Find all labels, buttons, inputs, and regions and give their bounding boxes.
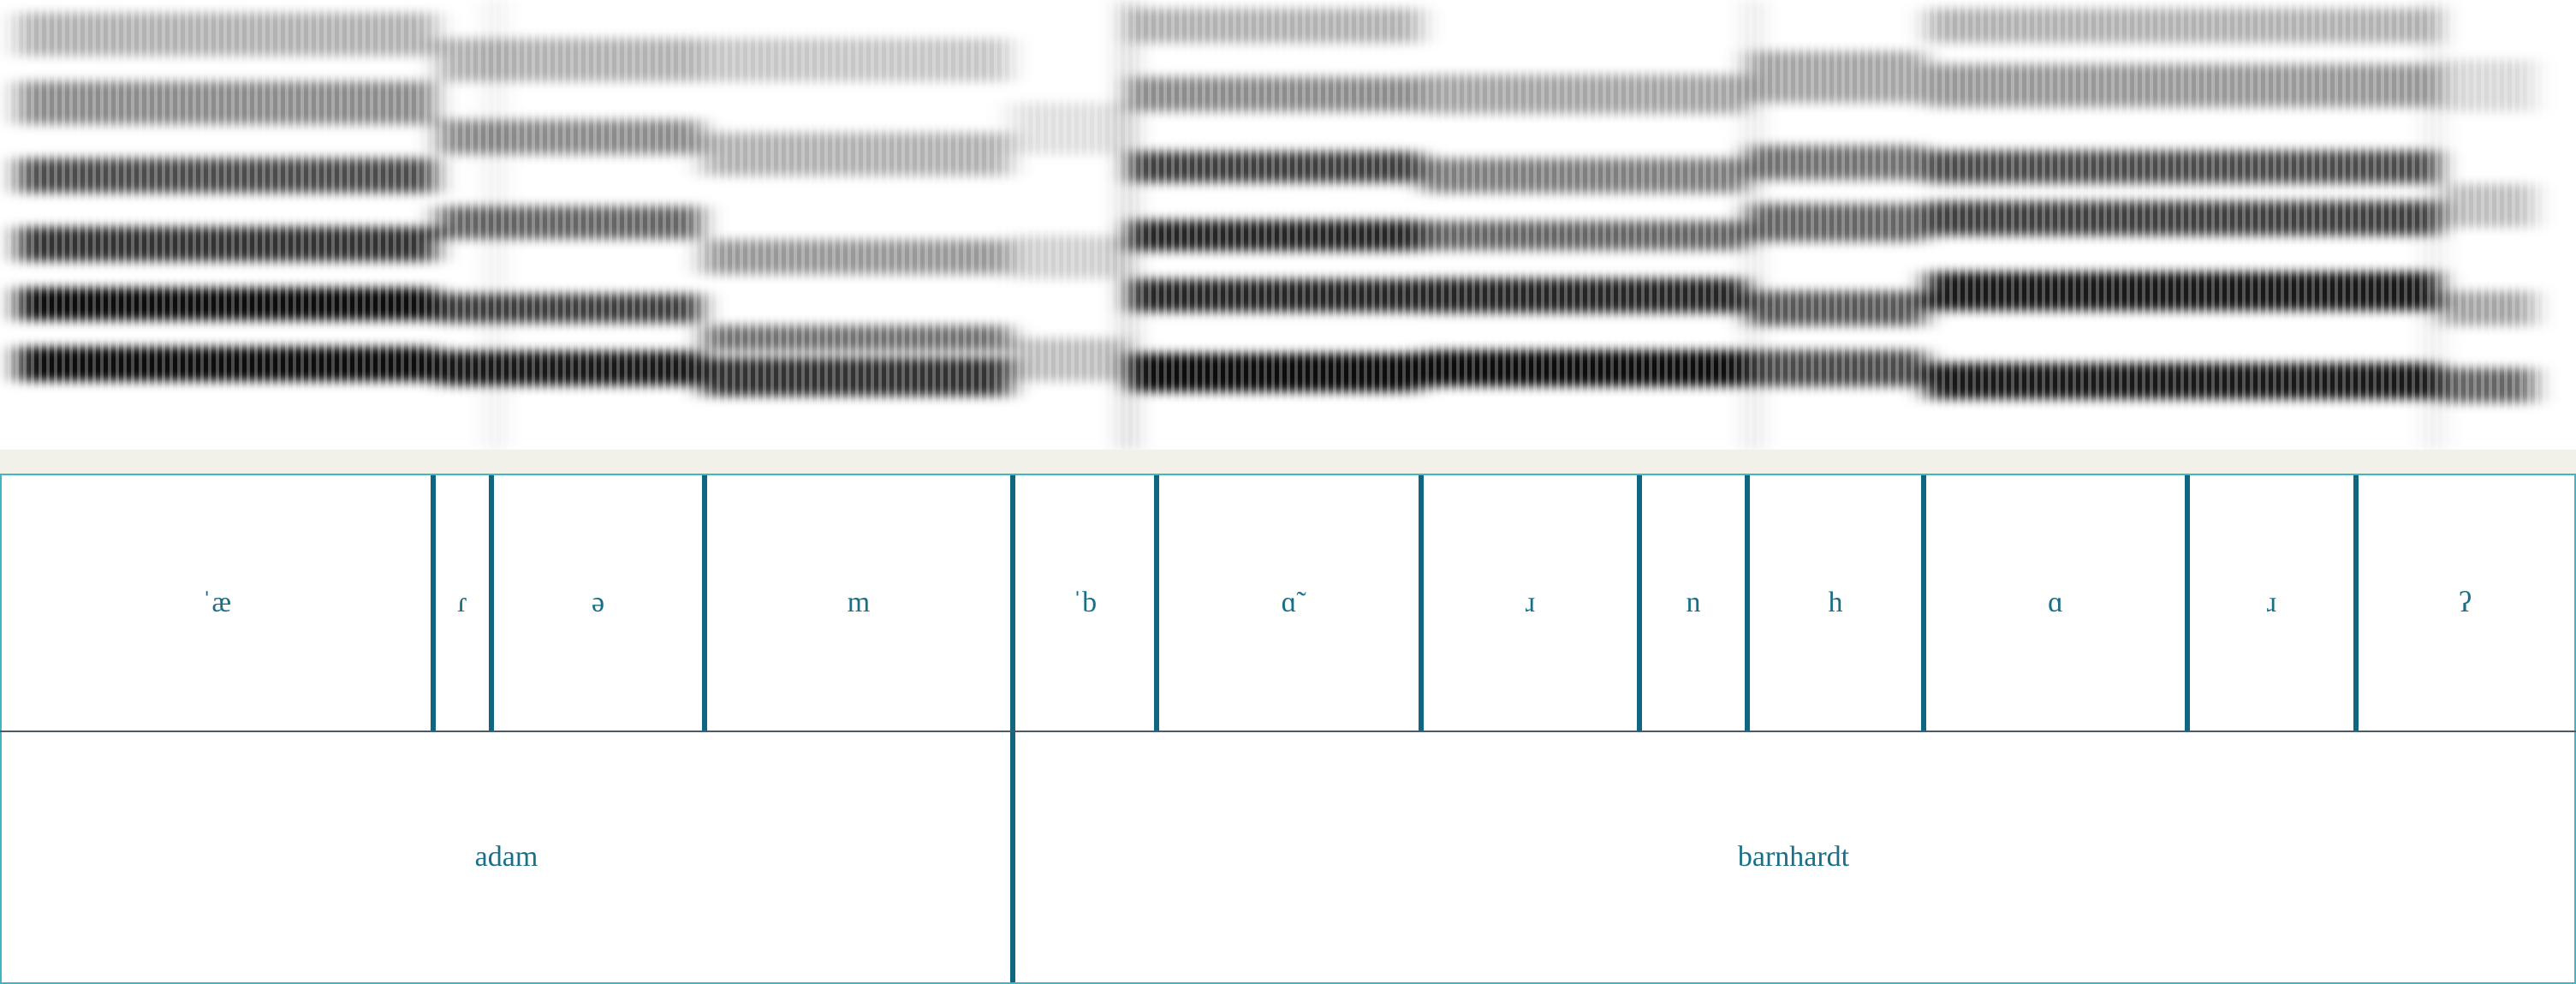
phone-label: h [1828, 587, 1843, 618]
phone-interval[interactable]: ɾ [433, 475, 491, 731]
phone-interval[interactable]: ɑ̃ [1157, 475, 1421, 731]
phone-interval[interactable]: ˈb [1013, 475, 1157, 731]
spectrogram-image [0, 0, 2576, 450]
phone-label: ˈb [1072, 587, 1098, 618]
word-boundary[interactable] [1010, 732, 1015, 982]
phone-interval[interactable]: n [1639, 475, 1747, 731]
word-interval[interactable]: barnhardt [1013, 732, 2574, 982]
phone-label: ɾ [457, 587, 467, 618]
phone-boundary[interactable] [1010, 475, 1015, 731]
phone-boundary[interactable] [1637, 475, 1642, 731]
phone-boundary[interactable] [1921, 475, 1926, 731]
phone-interval[interactable]: ɑ [1924, 475, 2187, 731]
phone-interval[interactable]: h [1747, 475, 1924, 731]
phone-interval[interactable]: ʔ [2356, 475, 2574, 731]
phone-label: ə [591, 587, 605, 618]
phone-label: ɑ [2048, 587, 2063, 618]
phone-boundary[interactable] [1154, 475, 1159, 731]
phone-tier[interactable]: ˈæ ɾ ə m ˈb ɑ̃ ɹ n h ɑ ɹ ʔ [0, 475, 2576, 732]
tier-separator [0, 450, 2576, 475]
phone-label: ˈæ [202, 587, 231, 618]
phone-boundary[interactable] [1419, 475, 1424, 731]
phone-label: n [1686, 587, 1701, 618]
phone-interval[interactable]: ˈæ [0, 475, 433, 731]
word-tier[interactable]: adam barnhardt [0, 732, 2576, 984]
phone-label: m [847, 587, 871, 618]
phone-label: ɑ̃ [1281, 587, 1297, 618]
phone-label: ʔ [2458, 587, 2472, 618]
word-interval[interactable]: adam [0, 732, 1013, 982]
phone-label: ɹ [1525, 587, 1536, 618]
phone-boundary[interactable] [702, 475, 707, 731]
phone-interval[interactable]: ə [491, 475, 705, 731]
phone-boundary[interactable] [2185, 475, 2190, 731]
phone-boundary[interactable] [489, 475, 494, 731]
phone-boundary[interactable] [431, 475, 436, 731]
phone-label: ɹ [2266, 587, 2277, 618]
phone-boundary[interactable] [1745, 475, 1750, 731]
phone-boundary[interactable] [2353, 475, 2359, 731]
phone-interval[interactable]: ɹ [1421, 475, 1639, 731]
spectrogram[interactable] [0, 0, 2576, 450]
word-label: barnhardt [1737, 841, 1850, 873]
phone-interval[interactable]: m [705, 475, 1013, 731]
phone-interval[interactable]: ɹ [2187, 475, 2356, 731]
word-label: adam [474, 841, 538, 873]
